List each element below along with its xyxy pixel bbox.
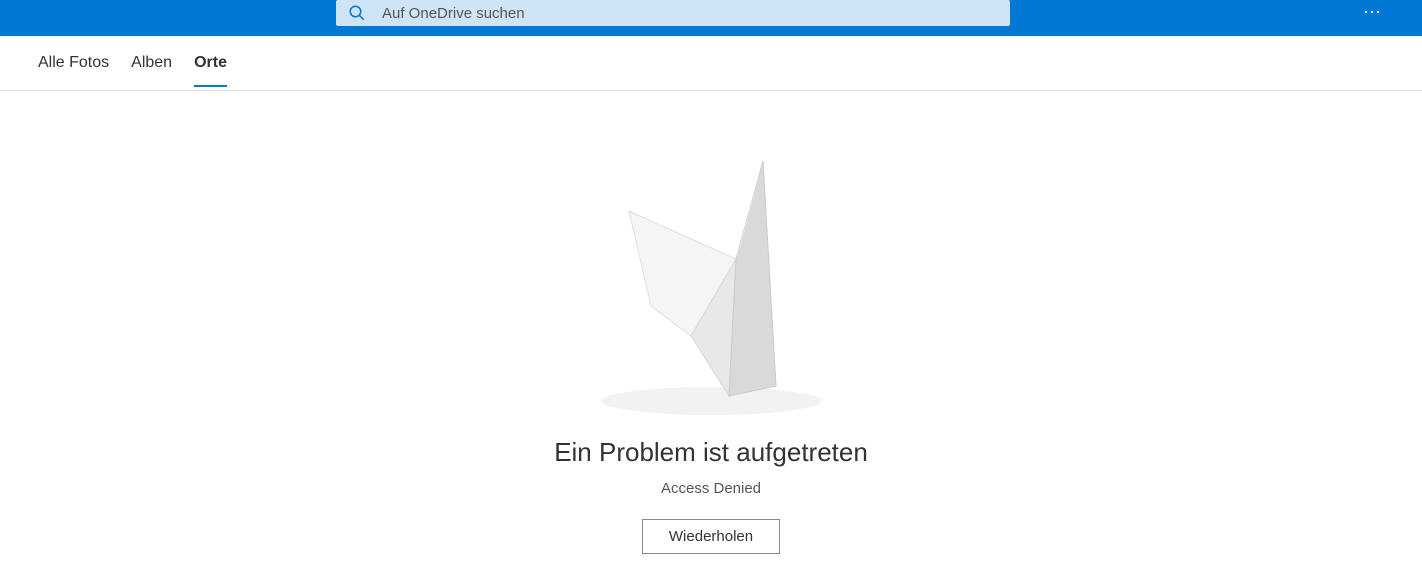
app-header: ⋯	[0, 0, 1422, 36]
header-actions: ⋯	[1363, 2, 1382, 23]
tab-all-photos[interactable]: Alle Fotos	[38, 40, 109, 86]
paper-plane-icon	[571, 151, 851, 421]
error-content: Ein Problem ist aufgetreten Access Denie…	[0, 91, 1422, 554]
more-icon[interactable]: ⋯	[1363, 2, 1382, 23]
search-icon	[348, 4, 366, 22]
tab-bar: Alle Fotos Alben Orte	[0, 36, 1422, 91]
error-message: Access Denied	[661, 480, 761, 497]
error-title: Ein Problem ist aufgetreten	[554, 437, 868, 468]
search-container[interactable]	[336, 0, 1010, 26]
tab-albums[interactable]: Alben	[131, 40, 172, 86]
retry-button[interactable]: Wiederholen	[642, 519, 780, 554]
tab-places[interactable]: Orte	[194, 40, 227, 86]
search-input[interactable]	[382, 5, 998, 22]
